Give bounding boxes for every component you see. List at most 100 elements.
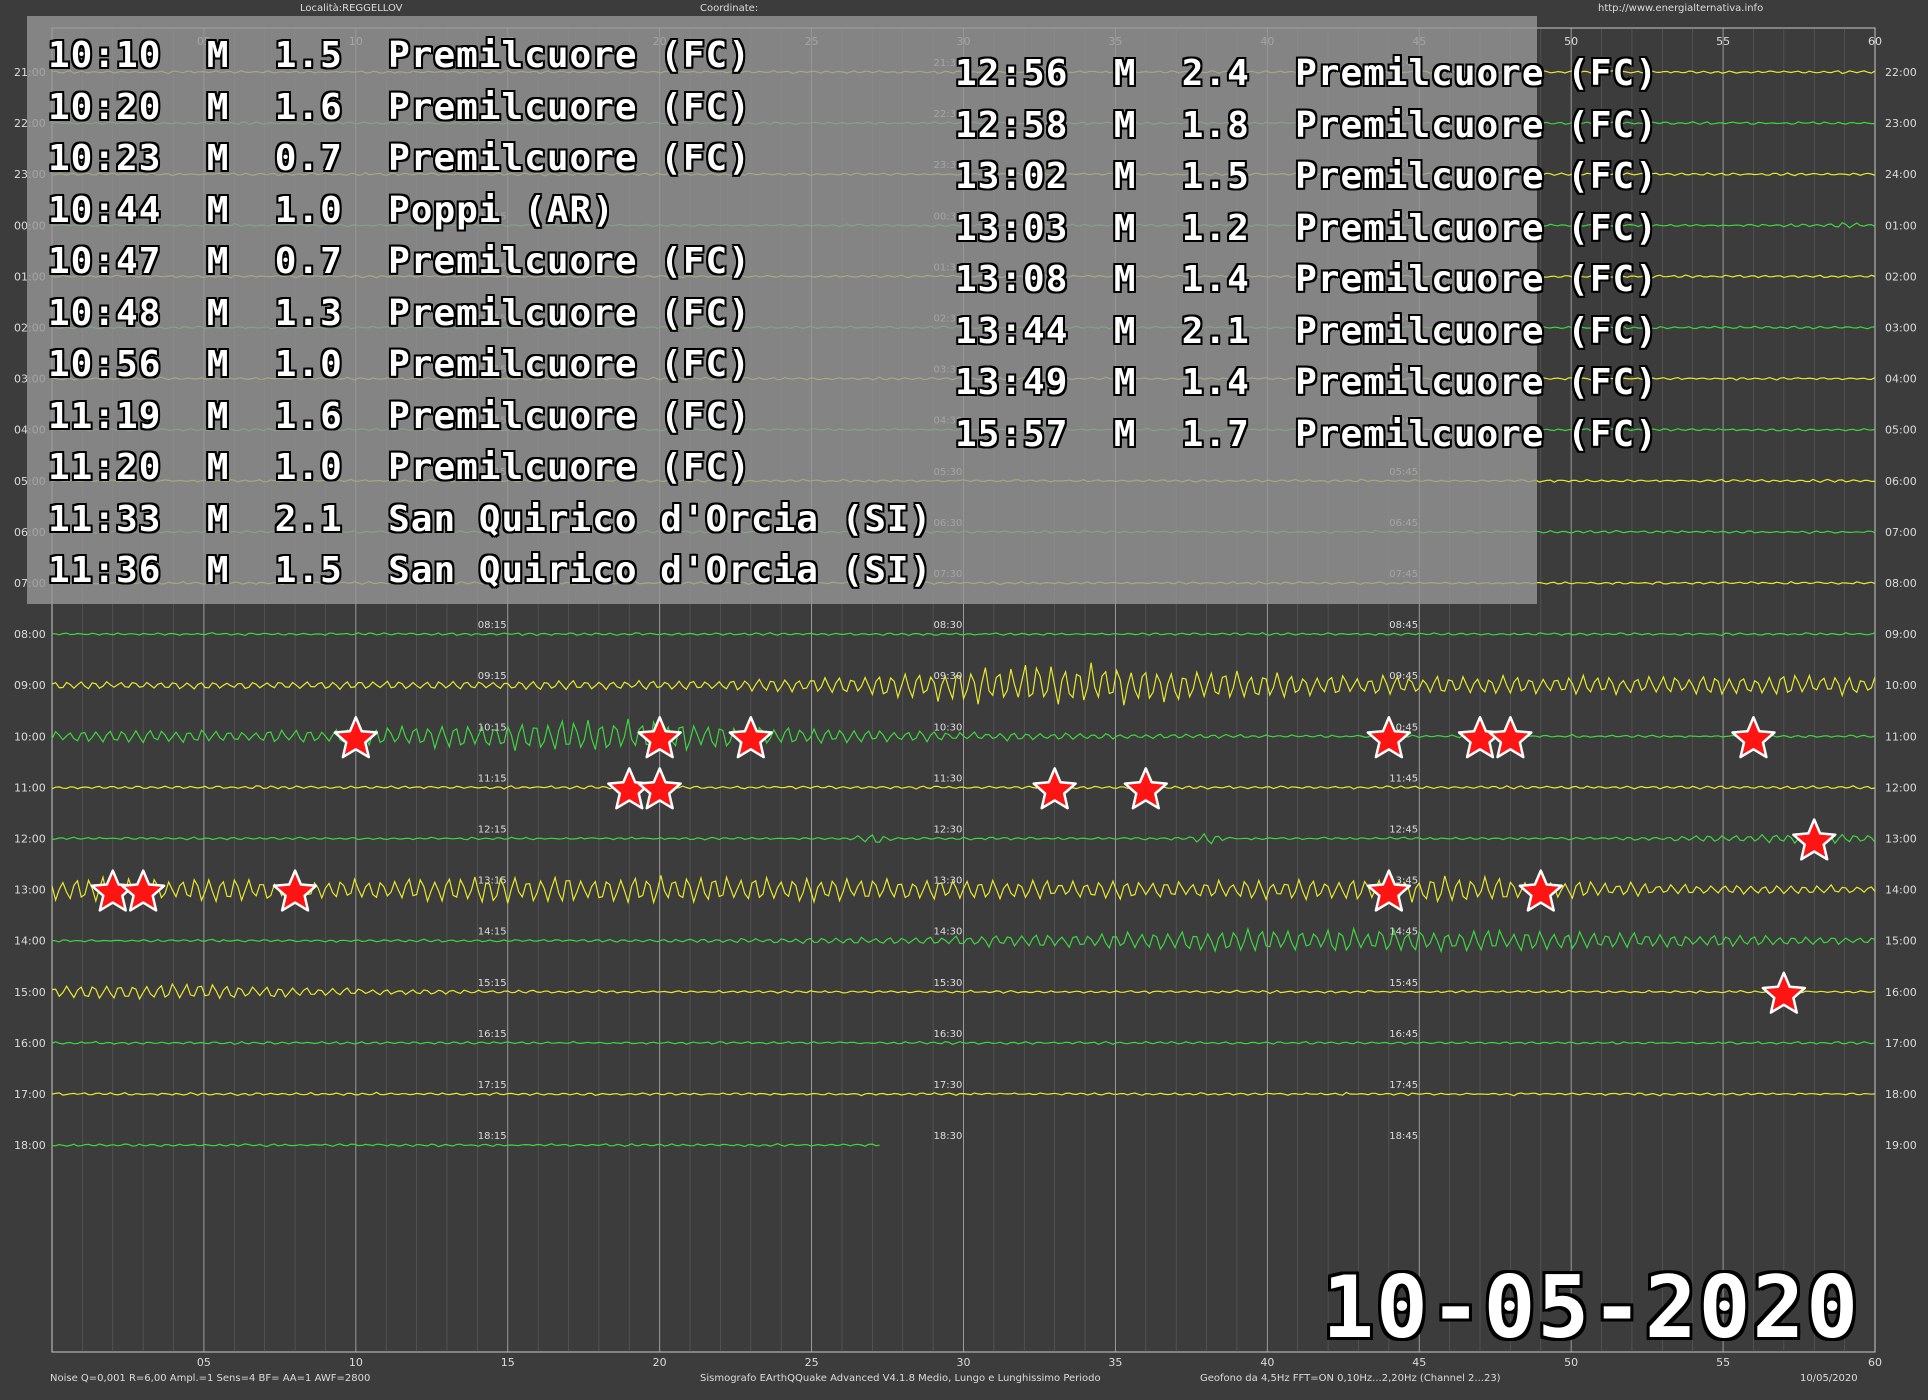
hour-label-right: 13:00	[1885, 833, 1917, 846]
quarter-label-45: 09:45	[1389, 671, 1418, 682]
quarter-label-45: 11:45	[1389, 773, 1418, 784]
quarter-label-30: 15:30	[934, 978, 963, 989]
hour-label-left: 12:00	[14, 833, 46, 846]
event-entry: 10:48 M 1.3 Premilcuore (FC)	[48, 292, 751, 334]
footer-date-label: 10/05/2020	[1800, 1373, 1858, 1384]
quarter-label-15: 11:15	[478, 773, 507, 784]
hour-label-left: 18:00	[14, 1139, 46, 1152]
hour-label-right: 16:00	[1885, 986, 1917, 999]
hour-label-right: 09:00	[1885, 628, 1917, 641]
hour-label-left: 16:00	[14, 1037, 46, 1050]
event-list-right: 12:56 M 2.4 Premilcuore (FC) 12:58 M 1.8 …	[955, 48, 1658, 460]
event-entry: 13:49 M 1.4 Premilcuore (FC)	[955, 362, 1658, 403]
hour-label-left: 10:00	[14, 730, 46, 743]
quarter-label-45: 18:45	[1389, 1131, 1418, 1142]
quarter-label-15: 15:15	[478, 978, 507, 989]
hour-label-right: 01:00	[1885, 219, 1917, 232]
hour-label-right: 11:00	[1885, 730, 1917, 743]
hour-label-right: 06:00	[1885, 475, 1917, 488]
date-stamp: 10-05-2020	[1322, 1258, 1860, 1358]
event-entry: 12:56 M 2.4 Premilcuore (FC)	[955, 53, 1658, 94]
quarter-label-30: 10:30	[934, 722, 963, 733]
event-entry: 13:08 M 1.4 Premilcuore (FC)	[955, 259, 1658, 300]
quarter-label-45: 12:45	[1389, 825, 1418, 836]
quarter-label-45: 14:45	[1389, 927, 1418, 938]
event-entry: 15:57 M 1.7 Premilcuore (FC)	[955, 413, 1658, 455]
quarter-label-30: 16:30	[934, 1029, 963, 1040]
sensor-label: Geofono da 4,5Hz FFT=ON 0,10Hz...2,20Hz …	[1200, 1373, 1501, 1384]
hour-label-right: 17:00	[1885, 1037, 1917, 1050]
quarter-label-45: 15:45	[1389, 978, 1418, 989]
quarter-label-30: 08:30	[934, 620, 963, 631]
minute-tick-label-top: 60	[1868, 35, 1882, 48]
minute-tick-label-bottom: 40	[1260, 1356, 1274, 1369]
hour-label-right: 02:00	[1885, 270, 1917, 283]
quarter-label-30: 17:30	[934, 1080, 963, 1091]
hour-label-right: 24:00	[1885, 168, 1917, 181]
quarter-label-15: 17:15	[478, 1080, 507, 1091]
hour-label-left: 11:00	[14, 781, 46, 794]
hour-label-left: 09:00	[14, 679, 46, 692]
event-entry: 10:23 M 0.7 Premilcuore (FC)	[48, 138, 751, 179]
minute-tick-label-bottom: 05	[197, 1356, 211, 1369]
quarter-label-15: 13:15	[478, 876, 507, 887]
hour-label-right: 04:00	[1885, 373, 1917, 386]
website-label: http://www.energialternativa.info	[1598, 3, 1763, 14]
minute-tick-label-bottom: 15	[501, 1356, 515, 1369]
quarter-label-15: 10:15	[478, 722, 507, 733]
quarter-label-45: 16:45	[1389, 1029, 1418, 1040]
event-entry: 10:10 M 1.5 Premilcuore (FC)	[48, 35, 751, 76]
hour-label-left: 08:00	[14, 628, 46, 641]
hour-label-right: 03:00	[1885, 322, 1917, 335]
event-entry: 10:47 M 0.7 Premilcuore (FC)	[48, 241, 751, 282]
quarter-label-30: 18:30	[934, 1131, 963, 1142]
event-entry: 10:44 M 1.0 Poppi (AR)	[48, 189, 615, 231]
event-entry: 13:44 M 2.1 Premilcuore (FC)	[955, 310, 1658, 352]
hour-label-right: 12:00	[1885, 781, 1917, 794]
quarter-label-30: 09:30	[934, 671, 963, 682]
seismic-trace	[51, 1143, 880, 1148]
quarter-label-15: 08:15	[478, 620, 507, 631]
quarter-label-30: 11:30	[934, 773, 963, 784]
software-label: Sismografo EArthQQuake Advanced V4.1.8 M…	[700, 1373, 1101, 1384]
event-entry: 10:56 M 1.0 Premilcuore (FC)	[48, 344, 751, 385]
quarter-label-15: 16:15	[478, 1029, 507, 1040]
event-list-left: 10:10 M 1.5 Premilcuore (FC) 10:20 M 1.6 …	[48, 30, 932, 597]
minute-tick-label-bottom: 35	[1108, 1356, 1122, 1369]
event-entry: 11:36 M 1.5 San Quirico d'Orcia (SI)	[48, 550, 933, 591]
quarter-label-30: 14:30	[934, 927, 963, 938]
event-entry: 11:33 M 2.1 San Quirico d'Orcia (SI)	[48, 498, 933, 540]
coordinates-label: Coordinate:	[700, 3, 758, 14]
minute-tick-label-bottom: 30	[957, 1356, 971, 1369]
hour-label-right: 22:00	[1885, 66, 1917, 79]
hour-label-right: 10:00	[1885, 679, 1917, 692]
minute-tick-label-bottom: 60	[1868, 1356, 1882, 1369]
quarter-label-45: 17:45	[1389, 1080, 1418, 1091]
quarter-label-45: 08:45	[1389, 620, 1418, 631]
hour-label-right: 14:00	[1885, 884, 1917, 897]
hour-label-right: 07:00	[1885, 526, 1917, 539]
quarter-label-15: 12:15	[478, 825, 507, 836]
quarter-label-15: 18:15	[478, 1131, 507, 1142]
event-entry: 13:03 M 1.2 Premilcuore (FC)	[955, 207, 1658, 249]
footer-labels: Noise Q=0,001 R=6,00 Ampl.=1 Sens=4 BF= …	[50, 1373, 1858, 1384]
quarter-label-15: 14:15	[478, 927, 507, 938]
quarter-label-15: 09:15	[478, 671, 507, 682]
header-labels: Località:REGGELLOV Coordinate: http://ww…	[300, 2, 1763, 14]
hour-label-right: 15:00	[1885, 935, 1917, 948]
hour-label-right: 05:00	[1885, 424, 1917, 437]
hour-label-left: 13:00	[14, 884, 46, 897]
hour-label-right: 23:00	[1885, 117, 1917, 130]
hour-label-left: 15:00	[14, 986, 46, 999]
hour-label-right: 18:00	[1885, 1088, 1917, 1101]
event-entry: 12:58 M 1.8 Premilcuore (FC)	[955, 104, 1658, 146]
quarter-label-30: 12:30	[934, 825, 963, 836]
event-entry: 11:19 M 1.6 Premilcuore (FC)	[48, 395, 751, 437]
hour-label-left: 17:00	[14, 1088, 46, 1101]
hour-label-right: 19:00	[1885, 1139, 1917, 1152]
quarter-label-30: 13:30	[934, 876, 963, 887]
event-entry: 11:20 M 1.0 Premilcuore (FC)	[48, 447, 751, 488]
minute-tick-label-bottom: 10	[349, 1356, 363, 1369]
minute-tick-label-bottom: 20	[653, 1356, 667, 1369]
locality-label: Località:REGGELLOV	[300, 2, 403, 14]
